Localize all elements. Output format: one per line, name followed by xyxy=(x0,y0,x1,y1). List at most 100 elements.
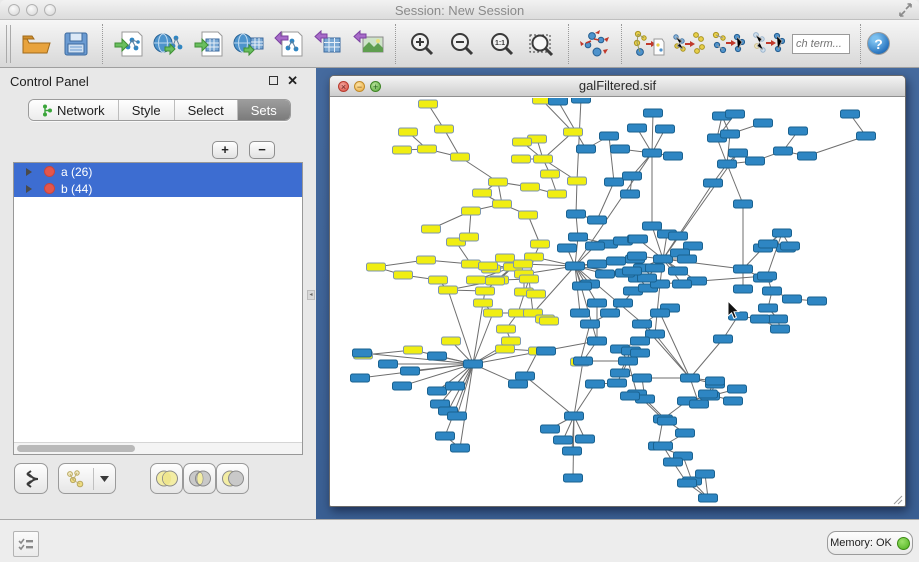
network-node-blue[interactable] xyxy=(643,149,662,157)
network-node-yellow[interactable] xyxy=(394,271,413,279)
network-edge[interactable] xyxy=(574,361,583,416)
tab-select[interactable]: Select xyxy=(175,100,238,120)
network-node-yellow[interactable] xyxy=(534,155,553,163)
network-node-blue[interactable] xyxy=(509,380,528,388)
network-node-blue[interactable] xyxy=(581,320,600,328)
zoom-fit-selected-button[interactable] xyxy=(522,23,562,65)
network-node-blue[interactable] xyxy=(588,337,607,345)
open-session-button[interactable] xyxy=(16,23,56,65)
network-node-yellow[interactable] xyxy=(512,155,531,163)
network-node-blue[interactable] xyxy=(631,337,650,345)
network-node-blue[interactable] xyxy=(696,470,715,478)
network-node-yellow[interactable] xyxy=(460,233,479,241)
union-sets-button[interactable] xyxy=(150,463,183,494)
network-node-blue[interactable] xyxy=(769,315,788,323)
network-node-yellow[interactable] xyxy=(502,337,521,345)
network-node-blue[interactable] xyxy=(621,190,640,198)
collapse-panel-handle[interactable]: ◂ xyxy=(307,290,315,300)
split-sets-button[interactable] xyxy=(14,463,48,494)
network-node-yellow[interactable] xyxy=(497,325,516,333)
network-node-blue[interactable] xyxy=(734,265,753,273)
zoom-in-button[interactable] xyxy=(402,23,442,65)
network-node-yellow[interactable] xyxy=(541,170,560,178)
network-node-blue[interactable] xyxy=(673,280,692,288)
network-node-blue[interactable] xyxy=(628,124,647,132)
network-node-blue[interactable] xyxy=(699,390,718,398)
network-node-blue[interactable] xyxy=(714,335,733,343)
network-node-yellow[interactable] xyxy=(496,345,515,353)
network-canvas[interactable] xyxy=(331,98,904,506)
network-edge[interactable] xyxy=(652,113,653,153)
network-node-blue[interactable] xyxy=(706,377,725,385)
remove-set-button[interactable]: − xyxy=(249,141,275,159)
network-node-yellow[interactable] xyxy=(531,240,550,248)
network-node-blue[interactable] xyxy=(629,235,648,243)
network-node-blue[interactable] xyxy=(646,264,665,272)
difference-networks-button[interactable] xyxy=(748,23,788,65)
close-panel-icon[interactable]: ✕ xyxy=(287,73,298,89)
network-node-blue[interactable] xyxy=(789,127,808,135)
network-node-blue[interactable] xyxy=(763,287,782,295)
network-node-blue[interactable] xyxy=(428,387,447,395)
toolbar-grip[interactable] xyxy=(6,25,11,63)
import-network-url-button[interactable] xyxy=(149,23,189,65)
export-network-button[interactable] xyxy=(269,23,309,65)
help-button[interactable]: ? xyxy=(867,32,890,55)
scrollbar-thumb[interactable] xyxy=(17,445,135,452)
network-node-yellow[interactable] xyxy=(519,211,538,219)
network-edge[interactable] xyxy=(576,181,577,214)
network-node-yellow[interactable] xyxy=(484,309,503,317)
network-node-yellow[interactable] xyxy=(496,254,515,262)
set-row-b[interactable]: b (44) xyxy=(14,180,302,197)
network-node-yellow[interactable] xyxy=(568,177,587,185)
network-edge[interactable] xyxy=(609,136,614,182)
export-image-button[interactable] xyxy=(349,23,389,65)
network-node-yellow[interactable] xyxy=(422,225,441,233)
network-edge[interactable] xyxy=(690,339,723,378)
network-node-yellow[interactable] xyxy=(417,256,436,264)
network-node-blue[interactable] xyxy=(726,110,745,118)
network-node-yellow[interactable] xyxy=(419,100,438,108)
network-node-yellow[interactable] xyxy=(527,290,546,298)
network-node-blue[interactable] xyxy=(681,374,700,382)
network-node-blue[interactable] xyxy=(759,304,778,312)
network-node-yellow[interactable] xyxy=(493,200,512,208)
import-table-url-button[interactable] xyxy=(229,23,269,65)
task-history-button[interactable] xyxy=(13,531,39,557)
network-node-blue[interactable] xyxy=(718,160,737,168)
network-node-blue[interactable] xyxy=(759,240,778,248)
network-node-blue[interactable] xyxy=(571,309,590,317)
network-node-yellow[interactable] xyxy=(513,138,532,146)
network-node-blue[interactable] xyxy=(588,260,607,268)
zoom-out-button[interactable] xyxy=(442,23,482,65)
save-session-button[interactable] xyxy=(56,23,96,65)
network-node-blue[interactable] xyxy=(699,494,718,502)
add-set-button[interactable]: + xyxy=(212,141,238,159)
network-node-blue[interactable] xyxy=(436,432,455,440)
network-node-blue[interactable] xyxy=(664,152,683,160)
expander-icon[interactable] xyxy=(26,185,32,193)
network-node-blue[interactable] xyxy=(567,210,586,218)
network-node-blue[interactable] xyxy=(623,172,642,180)
network-node-blue[interactable] xyxy=(783,295,802,303)
network-node-blue[interactable] xyxy=(654,442,673,450)
network-node-yellow[interactable] xyxy=(467,276,486,284)
network-node-yellow[interactable] xyxy=(479,262,498,270)
network-node-blue[interactable] xyxy=(601,309,620,317)
network-node-yellow[interactable] xyxy=(429,276,448,284)
network-node-yellow[interactable] xyxy=(521,183,540,191)
zoom-actual-size-button[interactable]: 1:1 xyxy=(482,23,522,65)
network-node-blue[interactable] xyxy=(857,132,876,140)
network-node-blue[interactable] xyxy=(644,109,663,117)
network-node-yellow[interactable] xyxy=(399,128,418,136)
import-table-file-button[interactable] xyxy=(189,23,229,65)
network-frame[interactable]: × − + galFiltered.sif xyxy=(329,75,906,507)
network-node-yellow[interactable] xyxy=(473,189,492,197)
network-node-blue[interactable] xyxy=(808,297,827,305)
network-node-blue[interactable] xyxy=(537,347,556,355)
network-node-blue[interactable] xyxy=(574,357,593,365)
network-node-yellow[interactable] xyxy=(393,146,412,154)
network-node-blue[interactable] xyxy=(573,282,592,290)
tab-style[interactable]: Style xyxy=(119,100,175,120)
network-node-blue[interactable] xyxy=(781,242,800,250)
